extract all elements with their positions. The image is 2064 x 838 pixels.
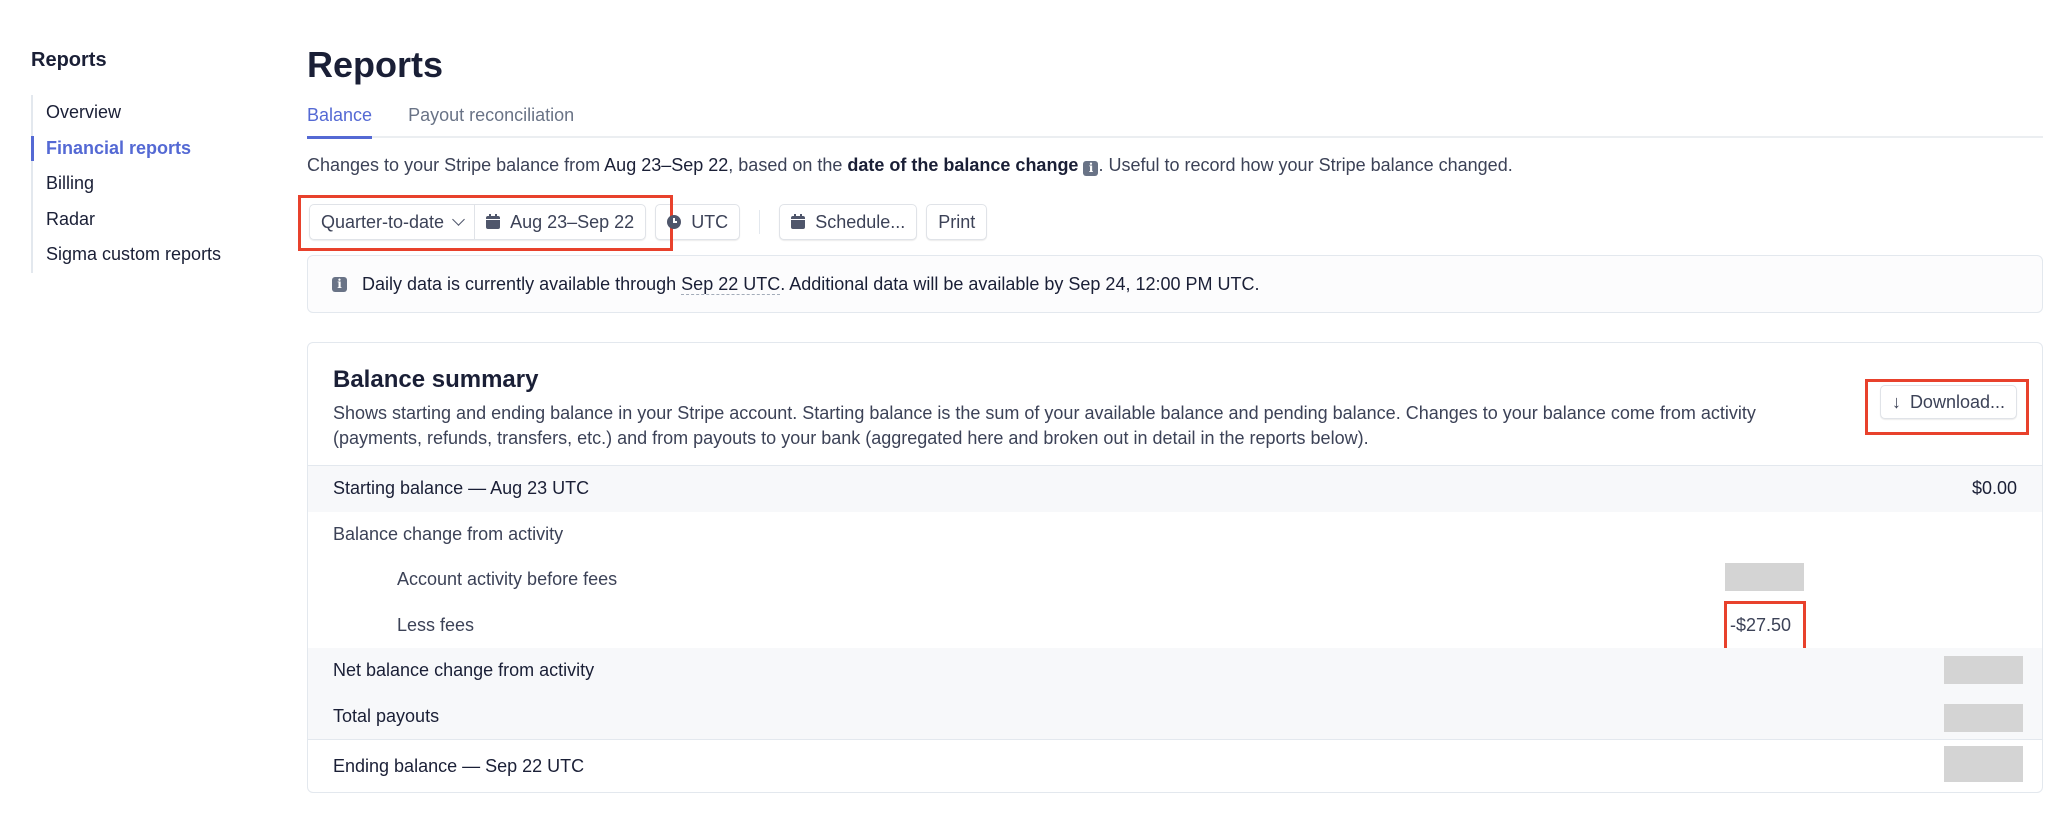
toolbar: Quarter-to-date Aug 23–Sep 22 UTC Schedu… [298,195,2043,251]
date-range-value: Aug 23–Sep 22 [510,211,635,232]
table-row-account-activity: Account activity before fees [308,557,2042,603]
card-title: Balance summary [333,366,539,393]
schedule-button[interactable]: Schedule... [779,204,918,240]
clock-icon [667,215,682,229]
description-suffix: . Useful to record how your Stripe balan… [1098,155,1513,175]
table-row-total-payouts: Total payouts [308,693,2042,739]
table-row-less-fees: Less fees -$27.50 [308,600,2042,651]
row-label: Balance change from activity [333,523,564,544]
sidebar-item-financial-reports[interactable]: Financial reports [31,131,271,167]
banner-text: Daily data is currently available throug… [362,273,1260,295]
tab-balance[interactable]: Balance [307,97,373,139]
period-select[interactable]: Quarter-to-date [310,205,474,239]
row-label: Account activity before fees [397,569,618,590]
tab-bar: Balance Payout reconciliation [307,97,2043,139]
redacted-amount [1944,703,2023,732]
sidebar: Reports Overview Financial reports Billi… [31,48,271,273]
row-label: Ending balance — Sep 22 UTC [333,755,585,776]
description-prefix: Changes to your Stripe balance from [307,155,605,175]
card-description: Shows starting and ending balance in you… [333,403,1756,448]
card-header: Balance summary Shows starting and endin… [308,343,2042,465]
chevron-down-icon [452,213,465,226]
sidebar-item-overview[interactable]: Overview [33,95,271,131]
summary-table: Starting balance — Aug 23 UTC $0.00 Bala… [308,465,2042,792]
toolbar-divider [759,210,761,234]
sidebar-title: Reports [31,49,107,71]
description-emphasis: date of the balance change [847,155,1079,175]
download-label: Download... [1909,391,2005,412]
period-select-value: Quarter-to-date [321,211,445,232]
sidebar-list: Overview Financial reports Billing Radar… [31,95,271,273]
banner-date[interactable]: Sep 22 UTC [681,273,781,295]
table-row-net-balance-change: Net balance change from activity [308,648,2042,694]
redacted-amount [1944,656,2023,684]
timezone-button[interactable]: UTC [655,204,741,240]
sidebar-item-billing[interactable]: Billing [33,166,271,202]
description-range: Aug 23–Sep 22 [604,155,729,175]
calendar-icon [486,213,501,229]
row-label: Less fees [397,614,475,635]
redacted-amount [1944,746,2023,782]
description-middle: , based on the [728,155,848,175]
report-description: Changes to your Stripe balance from Aug … [307,153,2043,177]
table-row-starting-balance: Starting balance — Aug 23 UTC $0.00 [308,466,2042,512]
table-row-ending-balance: Ending balance — Sep 22 UTC [308,739,2042,792]
row-label: Total payouts [333,705,440,726]
info-icon: i [332,276,347,292]
redacted-amount [1725,563,1804,591]
main-content: Reports Balance Payout reconciliation Ch… [298,40,2043,793]
banner-prefix: Daily data is currently available throug… [362,273,682,294]
date-filter-group: Quarter-to-date Aug 23–Sep 22 [309,204,647,240]
date-range-button[interactable]: Aug 23–Sep 22 [474,205,645,239]
sidebar-item-sigma-custom-reports[interactable]: Sigma custom reports [33,237,271,273]
print-button[interactable]: Print [926,204,988,240]
row-label: Starting balance — Aug 23 UTC [333,478,590,499]
balance-summary-card: Balance summary Shows starting and endin… [307,342,2043,793]
page-title: Reports [307,44,444,85]
row-amount: $0.00 [1971,478,2017,499]
sidebar-item-radar[interactable]: Radar [33,202,271,238]
table-row-balance-change: Balance change from activity [308,512,2042,558]
print-label: Print [938,211,976,232]
timezone-value: UTC [691,211,729,232]
banner-suffix: . Additional data will be available by S… [780,273,1260,294]
calendar-icon [791,213,806,229]
arrow-down-icon: ↓ [1891,391,1901,412]
schedule-label: Schedule... [815,211,906,232]
tab-payout-reconciliation[interactable]: Payout reconciliation [408,97,574,136]
fees-amount: -$27.50 [1730,614,1792,635]
data-availability-banner: i Daily data is currently available thro… [307,255,2043,313]
info-icon[interactable]: i [1083,161,1099,176]
download-button[interactable]: ↓ Download... [1879,385,2017,419]
row-label: Net balance change from activity [333,660,595,681]
